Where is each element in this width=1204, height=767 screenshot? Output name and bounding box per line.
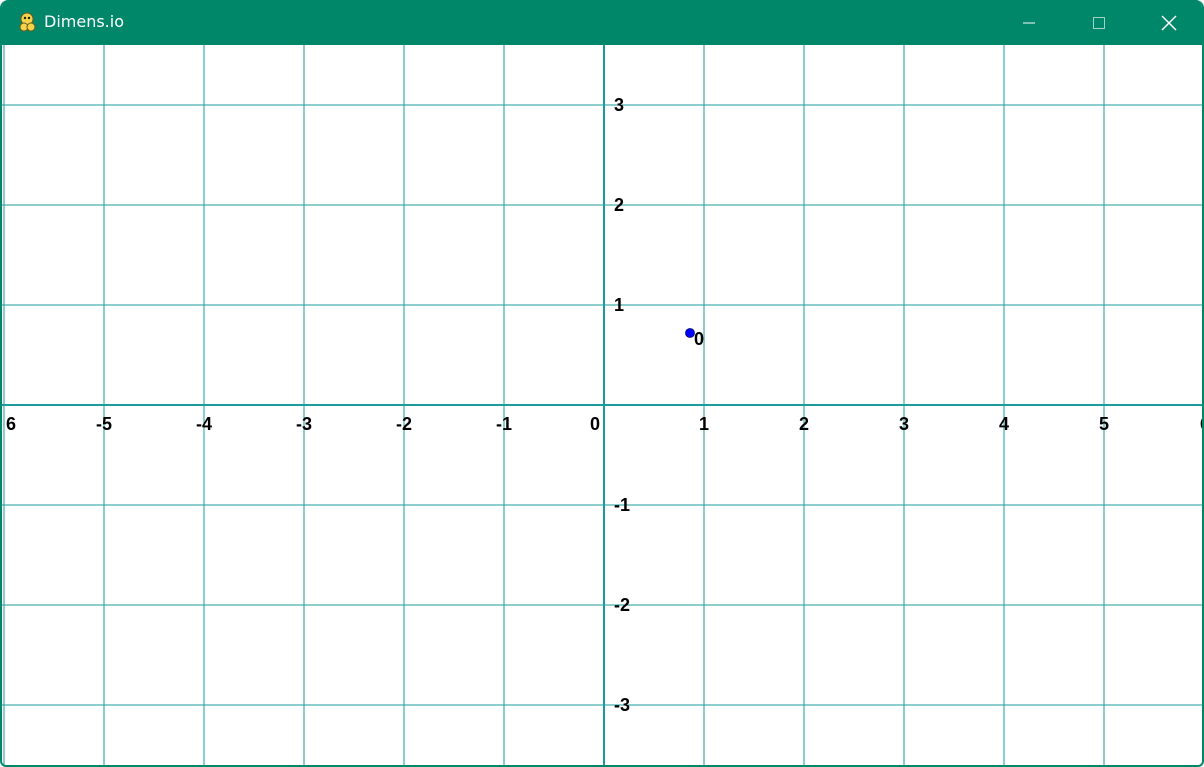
y-tick-label: 3	[614, 95, 624, 115]
y-tick-label: -3	[614, 695, 630, 715]
x-tick-label: 2	[799, 414, 809, 434]
x-tick-label: -5	[96, 414, 112, 434]
x-tick-label: -2	[396, 414, 412, 434]
y-tick-label: -1	[614, 495, 630, 515]
maximize-button[interactable]	[1064, 0, 1134, 45]
x-tick-label: 4	[999, 414, 1009, 434]
app-window: Dimens.io 6 -5 -4 -3 -2 -1 0 1 2 3 4 5 6 3 2 1 -1 -2 -3 0	[0, 0, 1204, 767]
x-tick-label: 0	[590, 414, 600, 434]
x-tick-label: -3	[296, 414, 312, 434]
x-tick-label: -4	[196, 414, 212, 434]
x-tick-label: 3	[899, 414, 909, 434]
plot-canvas[interactable]: 6 -5 -4 -3 -2 -1 0 1 2 3 4 5 6 3 2 1 -1 -2 -3 0	[2, 45, 1204, 767]
x-tick-label: 1	[699, 414, 709, 434]
y-tick-label: -2	[614, 595, 630, 615]
minimize-button[interactable]	[994, 0, 1064, 45]
close-icon	[1161, 14, 1177, 31]
close-button[interactable]	[1134, 0, 1202, 45]
window-title: Dimens.io	[44, 12, 124, 31]
python-snake-icon	[19, 12, 36, 32]
maximize-icon	[1093, 16, 1105, 29]
data-point-label: 0	[694, 329, 704, 349]
x-tick-label: 6	[6, 414, 16, 434]
y-tick-label: 1	[614, 295, 624, 315]
x-tick-label: -1	[496, 414, 512, 434]
coordinate-grid[interactable]: 6 -5 -4 -3 -2 -1 0 1 2 3 4 5 6 3 2 1 -1 -2 -3 0	[2, 45, 1204, 767]
minimize-icon	[1023, 22, 1035, 23]
x-tick-label: 5	[1099, 414, 1109, 434]
y-tick-label: 2	[614, 195, 624, 215]
x-tick-label: 6	[1200, 414, 1204, 434]
title-bar[interactable]: Dimens.io	[2, 0, 1202, 45]
